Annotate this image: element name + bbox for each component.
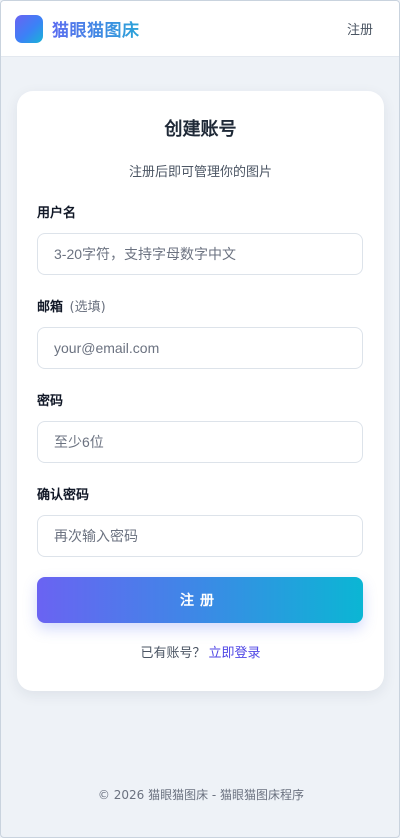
confirm-password-input[interactable] [37, 515, 363, 557]
username-field-group: 用户名 [37, 205, 364, 275]
page-frame: 猫眼猫图床 注册 创建账号 注册后即可管理你的图片 用户名 邮箱 (选填) 密码… [0, 0, 400, 838]
confirm-password-field-group: 确认密码 [37, 487, 364, 557]
nav-register-link[interactable]: 注册 [347, 19, 373, 38]
logo-icon [15, 14, 43, 43]
password-input[interactable] [37, 421, 363, 463]
page-title: 创建账号 [164, 119, 237, 140]
email-optional-hint: (选填) [69, 300, 106, 315]
email-input[interactable] [37, 327, 363, 369]
page-subtitle: 注册后即可管理你的图片 [128, 165, 272, 180]
email-field-group: 邮箱 (选填) [37, 299, 364, 369]
register-submit-button[interactable]: 注册 [37, 577, 363, 623]
email-label: 邮箱 (选填) [37, 299, 364, 317]
top-header: 猫眼猫图床 注册 [1, 1, 399, 57]
register-card: 创建账号 注册后即可管理你的图片 用户名 邮箱 (选填) 密码 确认密码 注册 … [17, 91, 384, 691]
username-input[interactable] [37, 233, 363, 275]
password-field-group: 密码 [37, 393, 364, 463]
brand[interactable]: 猫眼猫图床 [15, 14, 140, 43]
login-prompt-line: 已有账号？ 立即登录 [37, 645, 364, 663]
password-label: 密码 [37, 394, 64, 409]
footer-copyright: © 2026 猫眼猫图床 - 猫眼猫图床程序 [97, 788, 305, 802]
login-link[interactable]: 立即登录 [209, 646, 261, 661]
confirm-password-label: 确认密码 [37, 488, 90, 503]
brand-name: 猫眼猫图床 [52, 16, 140, 41]
login-prompt-text: 已有账号？ [140, 646, 206, 661]
username-label: 用户名 [37, 206, 77, 221]
email-label-text: 邮箱 [37, 300, 64, 315]
